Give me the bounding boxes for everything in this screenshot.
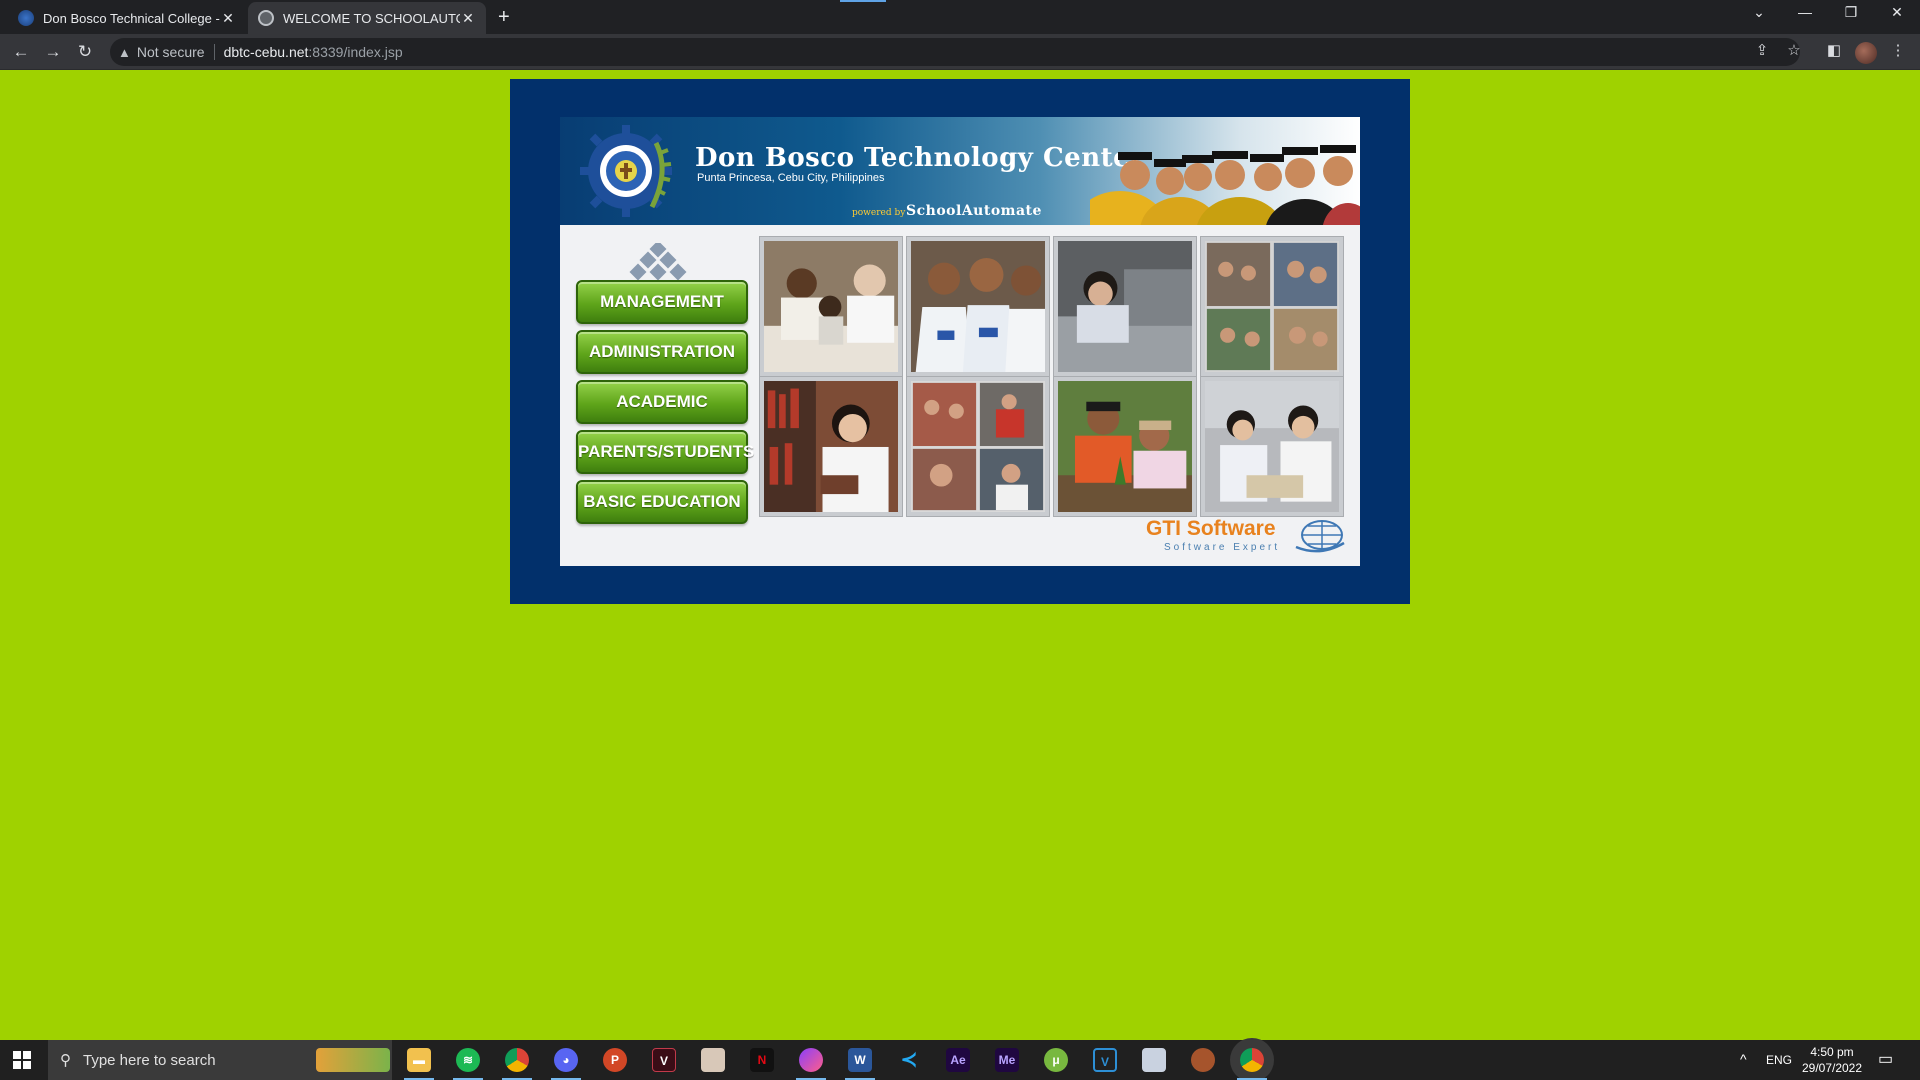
tab-title: Don Bosco Technical College - C — [43, 10, 220, 26]
globe-icon — [258, 10, 274, 26]
share-icon[interactable]: ⇪ — [1751, 41, 1773, 59]
community-collage-photo — [907, 377, 1049, 516]
chrome-icon[interactable] — [505, 1048, 529, 1072]
tab-schoolautomate[interactable]: WELCOME TO SCHOOLAUTOMA ✕ — [248, 2, 486, 34]
forward-arrow-icon[interactable]: → — [42, 41, 64, 63]
address-host: dbtc-cebu.net — [223, 44, 309, 60]
close-window-button[interactable]: ✕ — [1882, 4, 1912, 21]
address-separator — [213, 44, 215, 60]
content-panel: Don Bosco Technology Center Punta Prince… — [560, 117, 1360, 566]
students-uniform-photo — [907, 237, 1049, 376]
system-clock[interactable]: 4:50 pm 29/07/2022 — [1800, 1044, 1864, 1076]
page-frame: Don Bosco Technology Center Punta Prince… — [510, 79, 1410, 604]
globe-icon — [1295, 520, 1345, 553]
valorant-icon[interactable]: V — [652, 1048, 676, 1072]
after-effects-icon[interactable]: Ae — [946, 1048, 970, 1072]
utorrent-icon[interactable]: μ — [1044, 1048, 1068, 1072]
tree-planting-photo — [1054, 377, 1196, 516]
back-arrow-icon[interactable]: ← — [10, 41, 32, 63]
vscode-icon[interactable]: ≺ — [897, 1048, 921, 1072]
notification-icon[interactable]: ▭ — [1878, 1049, 1893, 1069]
menu-administration-button[interactable]: ADMINISTRATION — [576, 330, 748, 374]
gti-software-logo: GTI Software Software Expert — [1146, 517, 1346, 557]
student-collage-photo — [1201, 237, 1343, 376]
media-encoder-icon[interactable]: Me — [995, 1048, 1019, 1072]
anime-app-icon[interactable] — [701, 1048, 725, 1072]
profile-avatar[interactable] — [1855, 42, 1877, 64]
vendor-tagline: Software Expert — [1164, 542, 1281, 553]
windows-taskbar: ⚲ Type here to search ▬ ≋ ◕ P V N W ≺ Ae… — [0, 1040, 1920, 1080]
netflix-icon[interactable]: N — [750, 1048, 774, 1072]
address-bar[interactable]: ▲ Not secure dbtc-cebu.net :8339/index.j… — [110, 38, 1800, 66]
language-indicator[interactable]: ENG — [1766, 1053, 1792, 1067]
browser-toolbar: ← → ↻ ▲ Not secure dbtc-cebu.net :8339/i… — [0, 34, 1920, 70]
chrome-active-icon[interactable] — [1240, 1048, 1264, 1072]
warning-triangle-icon: ▲ — [118, 44, 131, 60]
bookmark-star-icon[interactable]: ☆ — [1783, 41, 1805, 59]
menu-management-button[interactable]: MANAGEMENT — [576, 280, 748, 324]
tab-search-button[interactable]: ⌄ — [1744, 4, 1774, 21]
file-explorer-icon[interactable]: ▬ — [407, 1048, 431, 1072]
clock-time: 4:50 pm — [1810, 1045, 1854, 1059]
menu-parents-students-button[interactable]: PARENTS/STUDENTS — [576, 430, 754, 474]
search-placeholder: Type here to search — [83, 1051, 216, 1069]
library-student-photo — [760, 377, 902, 516]
minimize-button[interactable]: — — [1790, 4, 1820, 20]
discord-icon[interactable]: ◕ — [554, 1048, 578, 1072]
tab-don-bosco[interactable]: Don Bosco Technical College - C ✕ — [8, 2, 246, 34]
new-tab-button[interactable]: + — [498, 6, 510, 29]
menu-academic-button[interactable]: ACADEMIC — [576, 380, 748, 424]
messenger-icon[interactable] — [799, 1048, 823, 1072]
clock-date: 29/07/2022 — [1801, 1061, 1863, 1075]
school-seal-logo — [580, 125, 672, 217]
more-menu-icon[interactable]: ⋮ — [1887, 41, 1909, 59]
tab-strip-accent — [840, 0, 886, 2]
study-group-photo — [1201, 377, 1343, 516]
school-name: Don Bosco Technology Center — [695, 143, 1145, 173]
address-path: :8339/index.jsp — [308, 44, 403, 60]
side-panel-icon[interactable]: ◧ — [1823, 41, 1845, 59]
windows-start-icon[interactable] — [13, 1051, 31, 1069]
restore-button[interactable]: ❐ — [1836, 4, 1866, 21]
security-label: Not secure — [136, 44, 205, 60]
app-icon[interactable] — [1191, 1048, 1215, 1072]
close-icon[interactable]: ✕ — [460, 10, 476, 27]
mentor-workshop-photo — [760, 237, 902, 376]
menu-basic-education-button[interactable]: BASIC EDUCATION — [576, 480, 748, 524]
reload-icon[interactable]: ↻ — [74, 41, 96, 63]
powered-by-label: powered by — [852, 208, 906, 218]
school-address: Punta Princesa, Cebu City, Philippines — [697, 172, 885, 184]
schoolautomate-logo: SchoolAutomate — [906, 203, 1042, 219]
spotify-icon[interactable]: ≋ — [456, 1048, 480, 1072]
tab-title: WELCOME TO SCHOOLAUTOMA — [283, 10, 460, 26]
vegas-icon[interactable]: V — [1093, 1048, 1117, 1072]
vendor-name: GTI Software — [1146, 517, 1276, 540]
graduates-photo — [1090, 145, 1360, 225]
powerpoint-icon[interactable]: P — [603, 1048, 627, 1072]
word-icon[interactable]: W — [848, 1048, 872, 1072]
app-icon[interactable] — [1142, 1048, 1166, 1072]
tray-overflow-chevron-icon[interactable]: ^ — [1740, 1051, 1747, 1067]
search-highlight-icon[interactable] — [316, 1048, 390, 1072]
close-icon[interactable]: ✕ — [220, 10, 236, 27]
school-banner: Don Bosco Technology Center Punta Prince… — [560, 117, 1360, 225]
search-icon: ⚲ — [60, 1052, 71, 1069]
lab-machine-photo — [1054, 237, 1196, 376]
site-favicon-icon — [18, 10, 34, 26]
browser-tab-strip: Don Bosco Technical College - C ✕ WELCOM… — [0, 0, 1920, 34]
